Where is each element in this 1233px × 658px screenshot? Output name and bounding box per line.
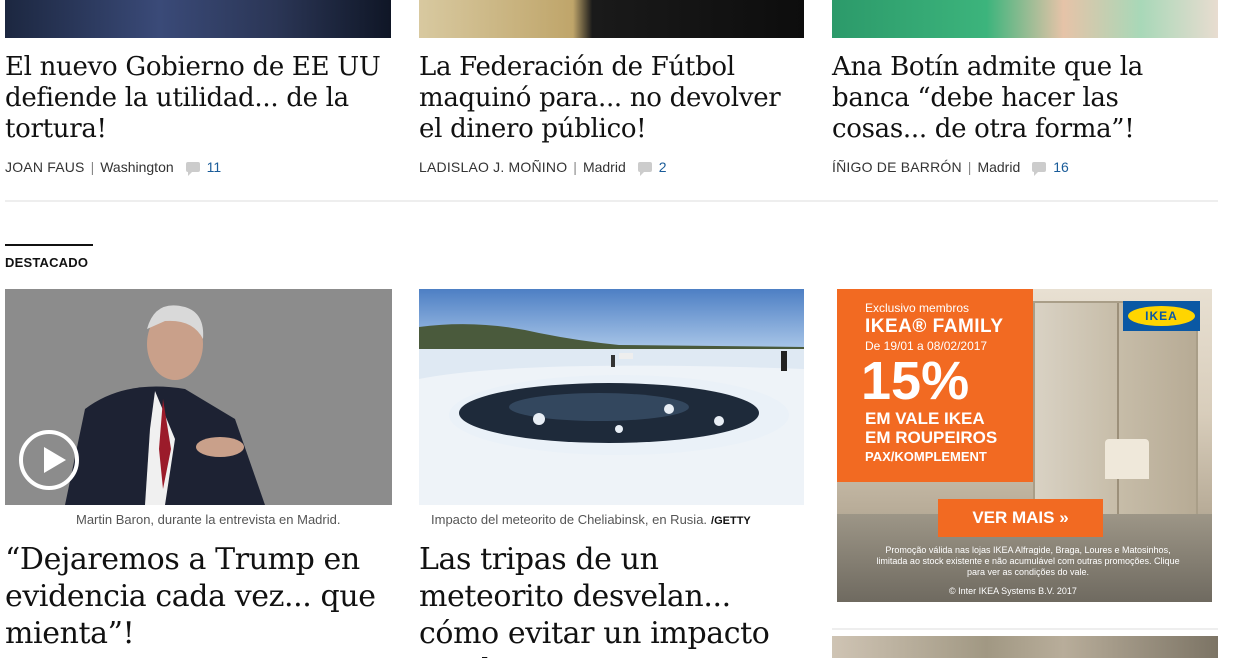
advertisement-banner[interactable]: Exclusivo membros IKEA® FAMILY De 19/01 …: [837, 289, 1212, 602]
author-link[interactable]: JOAN FAUS: [5, 159, 85, 175]
ad-copyright: © Inter IKEA Systems B.V. 2017: [949, 586, 1077, 596]
article-headline[interactable]: La Federación de Fútbol maquinó para... …: [419, 52, 804, 145]
location: Madrid: [582, 159, 626, 175]
ad-percent: 15%: [861, 351, 970, 411]
comment-count[interactable]: 16: [1053, 159, 1069, 175]
article-byline: ÍÑIGO DE BARRÓN | Madrid 16: [832, 159, 1069, 176]
article-headline[interactable]: El nuevo Gobierno de EE UU defiende la u…: [5, 52, 390, 145]
comment-icon[interactable]: [185, 162, 200, 176]
article-headline[interactable]: “Dejaremos a Trump en evidencia cada vez…: [5, 541, 390, 652]
video-thumbnail[interactable]: [5, 289, 392, 505]
ad-cta-button[interactable]: VER MAIS »: [938, 499, 1103, 537]
article-image[interactable]: [832, 0, 1218, 38]
ad-family-text: IKEA® FAMILY: [865, 316, 1004, 337]
play-icon[interactable]: [19, 430, 79, 490]
byline-separator: |: [967, 159, 972, 175]
byline-separator: |: [90, 159, 95, 175]
article-headline[interactable]: Las tripas de un meteorito desvelan... c…: [419, 541, 804, 658]
ad-vale-line: EM ROUPEIROS: [865, 428, 998, 447]
article-byline: LADISLAO J. MOÑINO | Madrid 2: [419, 159, 667, 176]
photo-credit: /GETTY: [711, 515, 751, 527]
ad-members-text: Exclusivo membros: [865, 301, 970, 315]
article-headline[interactable]: Ana Botín admite que la banca “debe hace…: [832, 52, 1218, 145]
article-image[interactable]: [419, 289, 804, 505]
article-byline: JOAN FAUS | Washington 11: [5, 159, 222, 176]
ad-legal-text: Promoção válida nas lojas IKEA Alfragide…: [876, 545, 1180, 577]
byline-separator: |: [573, 159, 577, 175]
section-divider: [5, 200, 1218, 202]
caption-text: Impacto del meteorito de Cheliabinsk, en…: [431, 512, 708, 527]
comment-icon[interactable]: [1032, 162, 1047, 176]
location: Washington: [100, 159, 174, 175]
section-rule: [5, 244, 93, 246]
comment-count[interactable]: 2: [659, 159, 667, 175]
comment-count[interactable]: 11: [207, 159, 222, 175]
article-image[interactable]: [419, 0, 804, 38]
image-caption: Impacto del meteorito de Cheliabinsk, en…: [431, 512, 751, 527]
comment-icon[interactable]: [637, 162, 652, 176]
image-caption: Martin Baron, durante la entrevista en M…: [76, 512, 341, 527]
ad-vale-line: EM VALE IKEA: [865, 409, 985, 428]
section-title: DESTACADO: [5, 255, 89, 270]
ikea-logo: IKEA: [1123, 301, 1200, 331]
meteor-impact-photo: [419, 289, 804, 505]
article-image[interactable]: [5, 0, 391, 38]
ikea-logo-text: IKEA: [1128, 306, 1195, 326]
ad-vale-text: EM VALE IKEA EM ROUPEIROS: [865, 409, 997, 447]
author-link[interactable]: LADISLAO J. MOÑINO: [419, 159, 567, 175]
article-image[interactable]: [832, 636, 1218, 658]
location: Madrid: [977, 159, 1021, 175]
author-link[interactable]: ÍÑIGO DE BARRÓN: [832, 159, 962, 175]
ad-pax-text: PAX/KOMPLEMENT: [865, 449, 987, 464]
ad-lamp-image: [1105, 439, 1149, 479]
next-article[interactable]: [832, 628, 1218, 658]
